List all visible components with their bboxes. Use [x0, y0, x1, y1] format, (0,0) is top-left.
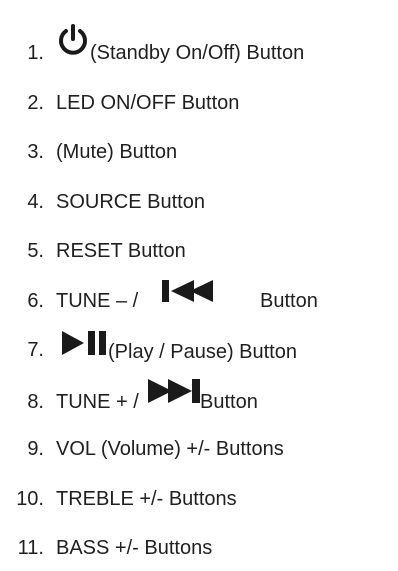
list-item: 8. TUNE + / Button [0, 379, 398, 423]
item-number: 11. [17, 537, 44, 559]
item-number: 10. [16, 488, 44, 510]
item-text: SOURCE Button [56, 191, 205, 213]
item-text-after: Button [260, 290, 318, 312]
item-text: (Mute) Button [56, 141, 178, 163]
item-text: VOL (Volume) +/- Buttons [56, 438, 284, 460]
list-item: 10. TREBLE +/- Buttons [0, 478, 398, 522]
list-item: 7. (Play / Pause) Button [0, 329, 398, 373]
list-item: 5. RESET Button [0, 230, 398, 274]
item-number: 6. [27, 290, 44, 312]
item-number: 5. [27, 240, 44, 262]
list-item: 6. TUNE – / Button [0, 280, 398, 324]
item-text: RESET Button [56, 240, 186, 262]
item-text: BASS +/- Buttons [56, 537, 213, 559]
item-text: TREBLE +/- Buttons [56, 488, 237, 510]
item-number: 1. [27, 42, 44, 64]
item-number: 9. [27, 438, 44, 460]
list-item: 9. VOL (Volume) +/- Buttons [0, 428, 398, 472]
item-text: LED ON/OFF Button [56, 92, 240, 114]
item-number: 7. [27, 339, 44, 361]
list-item: 1. (Standby On/Off) Button [0, 24, 398, 76]
skip-back-icon [162, 278, 222, 304]
item-text: (Standby On/Off) Button [90, 42, 305, 64]
list-item: 11. BASS +/- Buttons [0, 527, 398, 571]
item-text-before: TUNE + / [56, 391, 139, 413]
item-number: 8. [27, 391, 44, 413]
skip-forward-icon [148, 377, 208, 405]
list-item: 3. (Mute) Button [0, 131, 398, 175]
list-item: 4. SOURCE Button [0, 181, 398, 225]
item-text: (Play / Pause) Button [108, 341, 297, 363]
list-item: 2. LED ON/OFF Button [0, 82, 398, 126]
item-number: 4. [27, 191, 44, 213]
item-number: 2. [27, 92, 44, 114]
item-text-before: TUNE – / [56, 290, 139, 312]
item-text-after: Button [200, 391, 258, 413]
item-number: 3. [27, 141, 44, 163]
power-icon [56, 24, 90, 56]
